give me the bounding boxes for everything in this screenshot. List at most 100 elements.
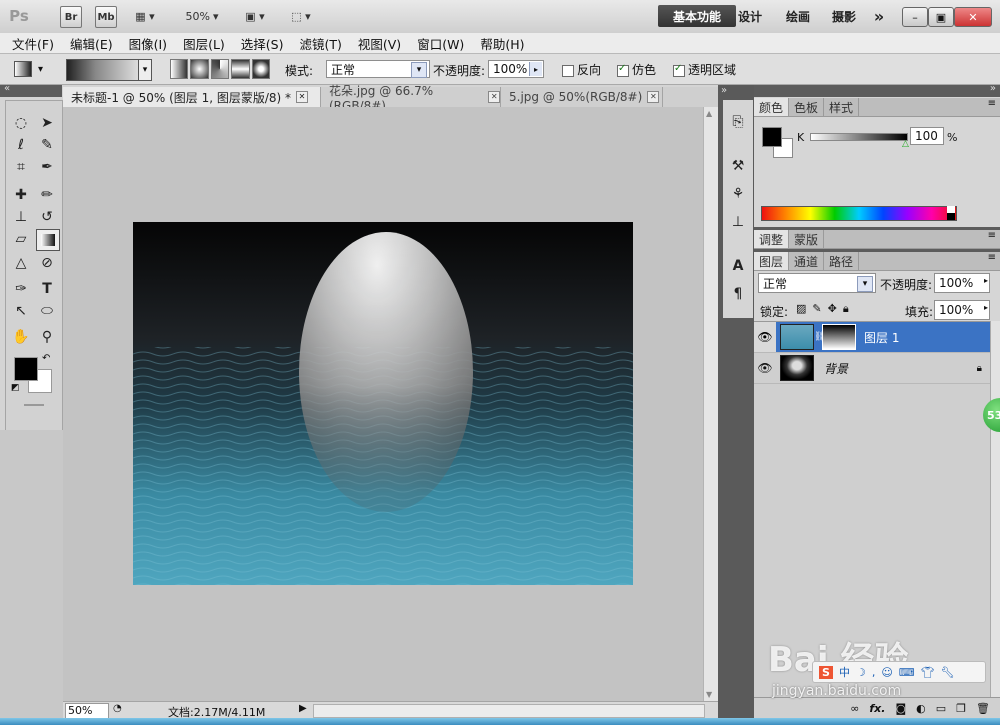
k-value-input[interactable]: 100 <box>910 127 944 145</box>
tab-color[interactable]: 颜色 <box>754 98 790 116</box>
workspace-painting[interactable]: 绘画 <box>780 5 816 27</box>
gradient-tool-button[interactable] <box>36 229 60 251</box>
tab-adjustments[interactable]: 调整 <box>754 230 790 248</box>
healing-brush-tool-icon[interactable]: ✚ <box>10 185 32 205</box>
document-image[interactable] <box>133 222 633 585</box>
collapse-icon[interactable]: « <box>4 83 10 94</box>
linear-gradient-icon[interactable] <box>170 59 189 79</box>
layer-row-background[interactable]: 👁︎ 背景 🔒︎ <box>754 353 990 384</box>
view-extras-menu[interactable]: ▦ ▾ <box>128 6 162 26</box>
lock-all-icon[interactable]: 🔒︎ <box>843 302 849 316</box>
lock-pixels-icon[interactable]: ✎ <box>812 302 821 316</box>
layer-mask-thumbnail[interactable] <box>822 324 856 350</box>
toolbox-header[interactable]: « <box>0 83 62 97</box>
hand-tool-icon[interactable]: ✋ <box>10 327 32 347</box>
ime-keyboard-icon[interactable]: ⌨ <box>899 666 915 679</box>
collapse-dock-icon[interactable]: » <box>990 83 996 94</box>
zoom-level-menu[interactable]: 50% ▾ <box>180 6 224 26</box>
transparency-check-box[interactable] <box>673 63 685 77</box>
workspace-essentials[interactable]: 基本功能 <box>658 5 736 27</box>
radial-gradient-icon[interactable] <box>190 59 209 79</box>
minimize-button[interactable]: – <box>902 7 928 27</box>
menu-edit[interactable]: 编辑(E) <box>70 34 113 53</box>
menu-filter[interactable]: 滤镜(T) <box>299 34 341 53</box>
layer-opacity-input[interactable]: 100% ▸ <box>934 273 990 293</box>
type-tool-icon[interactable]: T <box>36 279 58 299</box>
mask-icon[interactable]: ◙ <box>895 702 906 715</box>
color-foreground-swatch[interactable] <box>762 127 782 147</box>
crop-tool-icon[interactable]: ⌗ <box>10 157 32 177</box>
folder-icon[interactable]: ▭ <box>936 702 946 715</box>
panel-menu-icon[interactable]: ≡ <box>988 252 996 270</box>
blur-tool-icon[interactable]: △ <box>10 253 32 273</box>
angle-gradient-icon[interactable] <box>210 59 230 79</box>
close-icon[interactable]: ✕ <box>296 91 309 103</box>
zoom-tool-icon[interactable]: ⚲ <box>36 327 58 347</box>
panel-menu-icon[interactable]: ≡ <box>988 98 996 116</box>
status-zoom-field[interactable]: 50% <box>65 703 109 719</box>
screen-mode-menu[interactable]: ⬚ ▾ <box>284 6 318 26</box>
mode-select[interactable]: 正常 ▾ <box>326 60 430 78</box>
workspace-photography[interactable]: 摄影 <box>826 5 862 27</box>
blend-mode-select[interactable]: 正常 ▾ <box>758 273 876 293</box>
tab-paths[interactable]: 路径 <box>824 252 860 270</box>
more-workspaces-button[interactable]: » <box>868 5 890 27</box>
color-ramp[interactable] <box>761 206 957 221</box>
menu-select[interactable]: 选择(S) <box>241 34 284 53</box>
fill-slider-icon[interactable]: ▸ <box>984 303 988 312</box>
canvas-area[interactable] <box>63 107 703 701</box>
lock-position-icon[interactable]: ✥ <box>828 302 837 316</box>
history-panel-icon[interactable]: ⎘ <box>723 110 753 134</box>
tool-presets-icon[interactable]: ⚒ <box>723 154 753 178</box>
brush-panel-icon[interactable]: ⚘ <box>723 182 753 206</box>
diamond-gradient-icon[interactable] <box>251 59 271 79</box>
opacity-slider-icon[interactable]: ▸ <box>984 276 988 285</box>
close-icon[interactable]: ✕ <box>488 91 500 103</box>
transparency-checkbox[interactable]: 透明区域 <box>673 61 736 78</box>
clone-stamp-tool-icon[interactable]: ⊥ <box>10 207 32 227</box>
minibridge-button[interactable]: Mb <box>95 6 117 28</box>
tool-preset-picker[interactable]: ▾ <box>14 60 54 78</box>
close-icon[interactable]: ✕ <box>647 91 660 103</box>
fx-icon[interactable]: fx. <box>869 702 885 715</box>
arrange-documents-menu[interactable]: ▣ ▾ <box>238 6 272 26</box>
status-menu-arrow-icon[interactable]: ▶ <box>299 703 307 714</box>
close-button[interactable]: ✕ <box>954 7 992 27</box>
menu-file[interactable]: 文件(F) <box>12 34 54 53</box>
dither-checkbox[interactable]: 仿色 <box>617 61 656 78</box>
expand-icon[interactable]: » <box>721 85 727 96</box>
brush-tool-icon[interactable]: ✏ <box>36 185 58 205</box>
paragraph-panel-icon[interactable]: ¶ <box>723 282 753 306</box>
pen-tool-icon[interactable]: ✑ <box>10 279 32 299</box>
reflected-gradient-icon[interactable] <box>231 59 250 79</box>
visibility-eye-icon[interactable]: 👁︎ <box>754 322 776 352</box>
ime-moon-icon[interactable]: ☽ <box>856 666 866 679</box>
menu-layer[interactable]: 图层(L) <box>183 34 225 53</box>
history-brush-tool-icon[interactable]: ↺ <box>36 207 58 227</box>
default-colors-icon[interactable]: ◩ <box>11 383 20 393</box>
k-slider-thumb-icon[interactable]: △ <box>902 139 909 149</box>
clone-source-icon[interactable]: ⊥ <box>723 210 753 234</box>
tab-channels[interactable]: 通道 <box>789 252 825 270</box>
ime-shirt-icon[interactable]: 👕︎ <box>921 666 935 679</box>
tab-untitled-1[interactable]: 未标题-1 @ 50% (图层 1, 图层蒙版/8) * ✕ <box>63 87 321 107</box>
reverse-checkbox[interactable]: 反向 <box>562 61 601 78</box>
tab-styles[interactable]: 样式 <box>824 98 860 116</box>
lock-transparency-icon[interactable]: ▨ <box>796 302 806 316</box>
adjustment-icon[interactable]: ◐ <box>916 702 926 715</box>
horizontal-scrollbar[interactable] <box>313 704 705 718</box>
scroll-up-icon[interactable]: ▲ <box>706 109 712 118</box>
tab-swatches[interactable]: 色板 <box>789 98 825 116</box>
opacity-input[interactable]: 100% ▸ <box>488 60 544 78</box>
path-select-tool-icon[interactable]: ↖ <box>10 301 32 321</box>
visibility-eye-icon[interactable]: 👁︎ <box>754 353 776 383</box>
fill-input[interactable]: 100% ▸ <box>934 300 990 320</box>
workspace-design[interactable]: 设计 <box>732 5 768 27</box>
quick-select-tool-icon[interactable]: ✎ <box>36 135 58 155</box>
reverse-check-box[interactable] <box>562 64 574 77</box>
menu-window[interactable]: 窗口(W) <box>417 34 464 53</box>
menu-image[interactable]: 图像(I) <box>129 34 167 53</box>
foreground-color-swatch[interactable] <box>14 357 38 381</box>
ime-punct-icon[interactable]: , <box>872 666 876 679</box>
ime-toolbar[interactable]: S 中 ☽ , ☺ ⌨ 👕︎ 🔧︎ <box>812 661 986 683</box>
